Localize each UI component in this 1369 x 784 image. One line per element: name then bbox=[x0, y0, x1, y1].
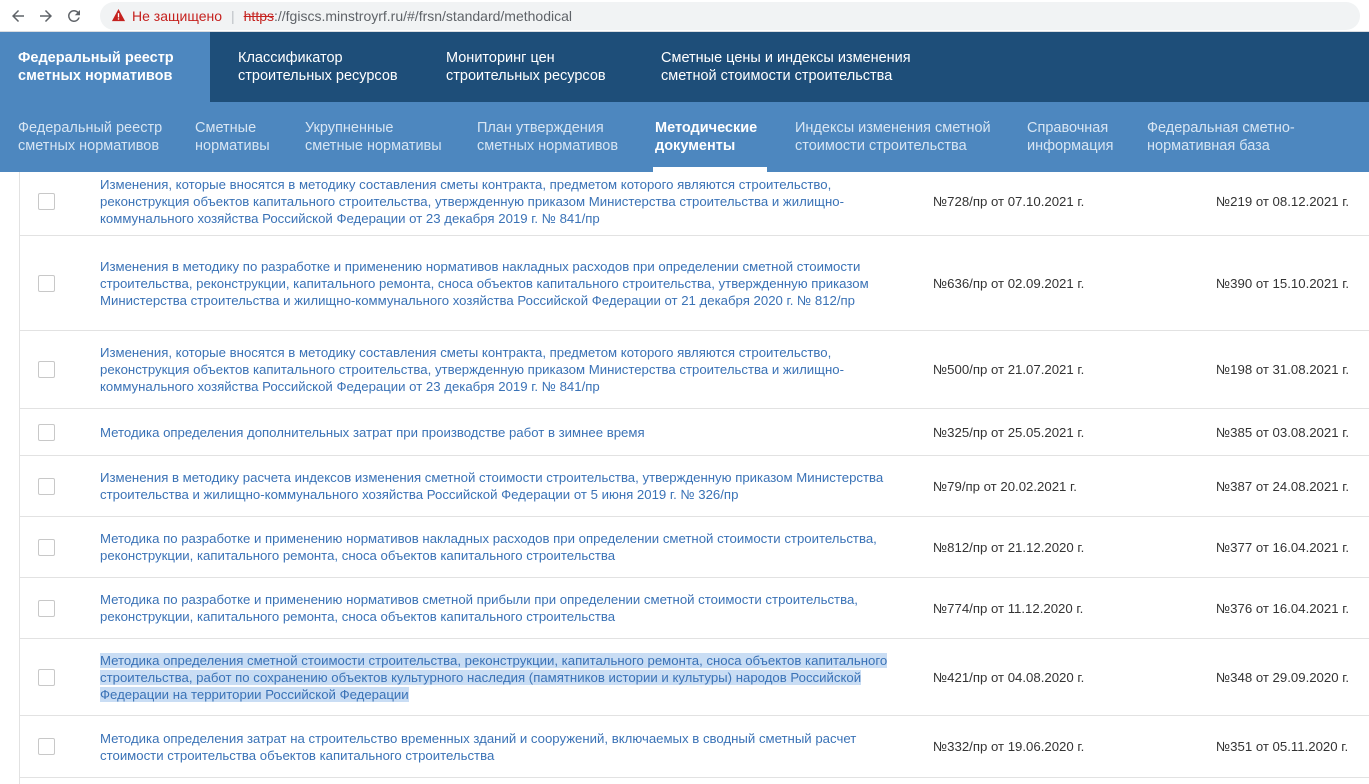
document-title-link[interactable]: Методика определения дополнительных затр… bbox=[100, 424, 905, 441]
security-label: Не защищено bbox=[132, 7, 222, 24]
document-title-link[interactable]: Методика по разработке и применению норм… bbox=[100, 591, 905, 625]
table-row: Методика определения сметной стоимости с… bbox=[20, 639, 1369, 716]
sub-nav-item-methodical-documents[interactable]: Методические документы bbox=[652, 102, 768, 172]
order-number: №332/пр от 19.06.2020 г. bbox=[933, 739, 1085, 754]
sub-nav-item-normative-base[interactable]: Федеральная сметно- нормативная база bbox=[1147, 102, 1295, 172]
order-number: №325/пр от 25.05.2021 г. bbox=[933, 424, 1085, 440]
document-title-link[interactable]: Изменения в методику по разработке и при… bbox=[100, 258, 905, 309]
browser-toolbar: Не защищено | https ://fgiscs.minstroyrf… bbox=[0, 0, 1369, 32]
table-row: Изменения, которые вносятся в методику с… bbox=[20, 331, 1369, 409]
sub-nav-item-reference-info[interactable]: Справочная информация bbox=[1027, 102, 1113, 172]
top-nav-item-price-monitoring[interactable]: Мониторинг цен строительных ресурсов bbox=[428, 32, 643, 102]
order-number: №421/пр от 04.08.2020 г. bbox=[933, 669, 1085, 685]
document-title-link[interactable]: Изменения, которые вносятся в методику с… bbox=[100, 344, 905, 395]
sub-nav-item-federal-registry[interactable]: Федеральный реестр сметных нормативов bbox=[18, 102, 162, 172]
registration-number: №219 от 08.12.2021 г. bbox=[1216, 194, 1350, 209]
row-checkbox[interactable] bbox=[38, 361, 55, 378]
registration-number: №198 от 31.08.2021 г. bbox=[1216, 362, 1350, 377]
url-scheme: https bbox=[243, 7, 274, 24]
document-title-link[interactable]: Методика определения сметной стоимости с… bbox=[100, 652, 905, 703]
top-nav-item-prices-indices[interactable]: Сметные цены и индексы изменения сметной… bbox=[643, 32, 943, 102]
registration-number: №377 от 16.04.2021 г. bbox=[1216, 539, 1350, 555]
registration-number: №376 от 16.04.2021 г. bbox=[1216, 600, 1350, 616]
registration-number: №351 от 05.11.2020 г. bbox=[1216, 739, 1349, 754]
registration-number: №387 от 24.08.2021 г. bbox=[1216, 478, 1350, 494]
sub-nav: Федеральный реестр сметных нормативов См… bbox=[0, 102, 1369, 172]
sub-nav-item-estimate-norms[interactable]: Сметные нормативы bbox=[195, 102, 270, 172]
row-checkbox[interactable] bbox=[38, 738, 55, 755]
reload-icon[interactable] bbox=[60, 2, 88, 30]
registration-number: №348 от 29.09.2020 г. bbox=[1216, 669, 1350, 685]
sub-nav-item-aggregated-norms[interactable]: Укрупненные сметные нормативы bbox=[305, 102, 442, 172]
document-title-link[interactable]: Изменения, которые вносятся в методику с… bbox=[100, 176, 905, 227]
address-separator: | bbox=[231, 7, 235, 24]
row-checkbox[interactable] bbox=[38, 193, 55, 210]
order-number: №79/пр от 20.02.2021 г. bbox=[933, 478, 1077, 494]
table-row: Изменения в методику расчета индексов из… bbox=[20, 456, 1369, 517]
top-nav-label: Мониторинг цен строительных ресурсов bbox=[446, 50, 606, 84]
row-checkbox[interactable] bbox=[38, 423, 55, 441]
order-number: №728/пр от 07.10.2021 г. bbox=[933, 194, 1085, 209]
documents-table: Изменения, которые вносятся в методику с… bbox=[19, 172, 1369, 784]
order-number: №500/пр от 21.07.2021 г. bbox=[933, 362, 1085, 377]
top-nav-label: Федеральный реестр сметных нормативов bbox=[18, 50, 174, 84]
top-nav-label: Сметные цены и индексы изменения сметной… bbox=[661, 50, 911, 84]
top-nav-item-federal-registry[interactable]: Федеральный реестр сметных нормативов bbox=[0, 32, 210, 102]
warning-triangle-icon bbox=[110, 8, 126, 24]
address-bar[interactable]: Не защищено | https ://fgiscs.minstroyrf… bbox=[100, 1, 1360, 30]
order-number: №812/пр от 21.12.2020 г. bbox=[933, 539, 1085, 555]
url-text: ://fgiscs.minstroyrf.ru/#/frsn/standard/… bbox=[274, 7, 572, 24]
registration-number: №385 от 03.08.2021 г. bbox=[1216, 424, 1350, 440]
top-nav-label: Классификатор строительных ресурсов bbox=[238, 50, 398, 84]
registration-number: №390 от 15.10.2021 г. bbox=[1216, 275, 1350, 291]
forward-arrow-icon[interactable] bbox=[32, 2, 60, 30]
table-row: Методика определения затрат на строитель… bbox=[20, 716, 1369, 778]
table-row: Методика определения дополнительных затр… bbox=[20, 409, 1369, 456]
top-nav: Федеральный реестр сметных нормативов Кл… bbox=[0, 32, 1369, 102]
sub-nav-item-cost-indices[interactable]: Индексы изменения сметной стоимости стро… bbox=[795, 102, 991, 172]
row-checkbox[interactable] bbox=[38, 274, 55, 292]
order-number: №636/пр от 02.09.2021 г. bbox=[933, 275, 1085, 291]
back-arrow-icon[interactable] bbox=[4, 2, 32, 30]
row-checkbox[interactable] bbox=[38, 477, 55, 495]
row-checkbox[interactable] bbox=[38, 599, 55, 617]
table-row: Изменения в методику по разработке и при… bbox=[20, 236, 1369, 331]
table-row: Методика по разработке и применению норм… bbox=[20, 578, 1369, 639]
row-checkbox[interactable] bbox=[38, 668, 55, 686]
order-number: №774/пр от 11.12.2020 г. bbox=[933, 600, 1084, 616]
table-row: Методика по разработке и применению норм… bbox=[20, 517, 1369, 578]
table-row: Изменения, которые вносятся в методику с… bbox=[20, 172, 1369, 236]
document-title-link[interactable]: Изменения в методику расчета индексов из… bbox=[100, 469, 905, 503]
top-nav-item-resource-classifier[interactable]: Классификатор строительных ресурсов bbox=[210, 32, 428, 102]
selected-text: Методика определения сметной стоимости с… bbox=[100, 652, 888, 702]
row-checkbox[interactable] bbox=[38, 538, 55, 556]
document-title-link[interactable]: Методика определения затрат на строитель… bbox=[100, 730, 905, 764]
sub-nav-item-approval-plan[interactable]: План утверждения сметных нормативов bbox=[477, 102, 618, 172]
document-title-link[interactable]: Методика по разработке и применению норм… bbox=[100, 530, 905, 564]
